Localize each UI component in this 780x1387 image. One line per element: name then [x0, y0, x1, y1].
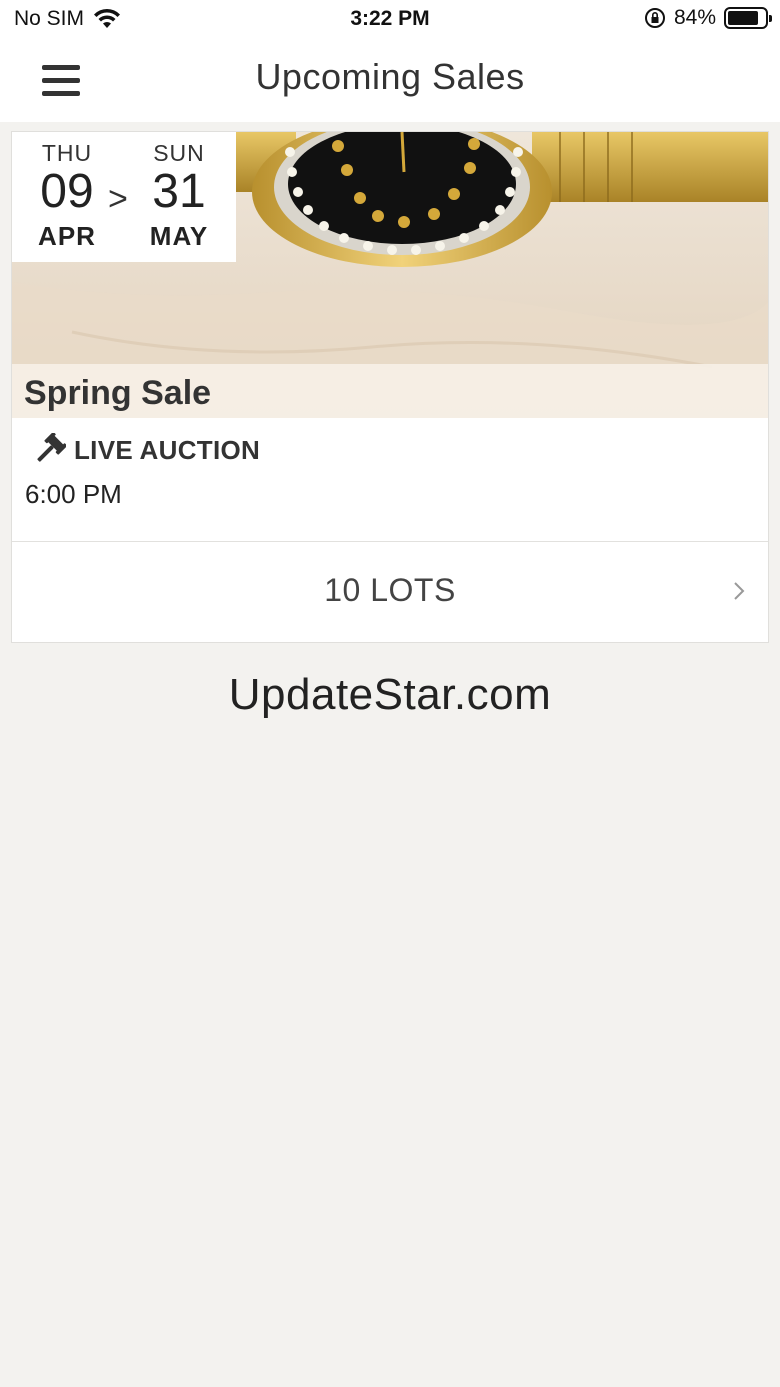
- start-date: THU 09 APR: [22, 140, 112, 252]
- sale-time: 6:00 PM: [25, 479, 122, 509]
- auction-type-row: LIVE AUCTION: [32, 433, 260, 467]
- sale-dates: THU 09 APR > SUN 31 MAY: [12, 132, 236, 262]
- status-bar: No SIM 3:22 PM 84%: [0, 0, 780, 40]
- start-day: 09: [40, 165, 94, 218]
- nav-bar: Upcoming Sales: [0, 40, 780, 122]
- chevron-right-icon: [734, 582, 745, 600]
- sale-image[interactable]: THU 09 APR > SUN 31 MAY Spring Sale: [12, 132, 768, 418]
- battery-icon: [724, 7, 772, 29]
- gavel-icon: [37, 433, 66, 462]
- sale-title[interactable]: Spring Sale: [24, 374, 211, 413]
- end-day: 31: [152, 165, 206, 218]
- sale-card[interactable]: THU 09 APR > SUN 31 MAY Spring Sale LIVE: [11, 131, 769, 643]
- page-title: Upcoming Sales: [255, 56, 525, 97]
- start-dow: THU: [41, 140, 93, 166]
- lots-label: 10 LOTS: [324, 572, 456, 608]
- battery-fill: [728, 11, 759, 25]
- end-month: MAY: [149, 221, 209, 251]
- auction-type-label: LIVE AUCTION: [74, 434, 261, 465]
- start-month: APR: [38, 221, 96, 251]
- watermark: UpdateStar.com: [228, 670, 552, 719]
- sale-title-band: Spring Sale: [12, 364, 768, 418]
- status-right-group: 84%: [644, 6, 772, 30]
- date-separator: >: [108, 180, 128, 218]
- battery-percent: 84%: [673, 6, 716, 29]
- orientation-lock-icon: [644, 8, 665, 28]
- lots-button[interactable]: 10 LOTS: [12, 542, 768, 642]
- end-date: SUN 31 MAY: [134, 140, 224, 252]
- end-dow: SUN: [153, 140, 205, 166]
